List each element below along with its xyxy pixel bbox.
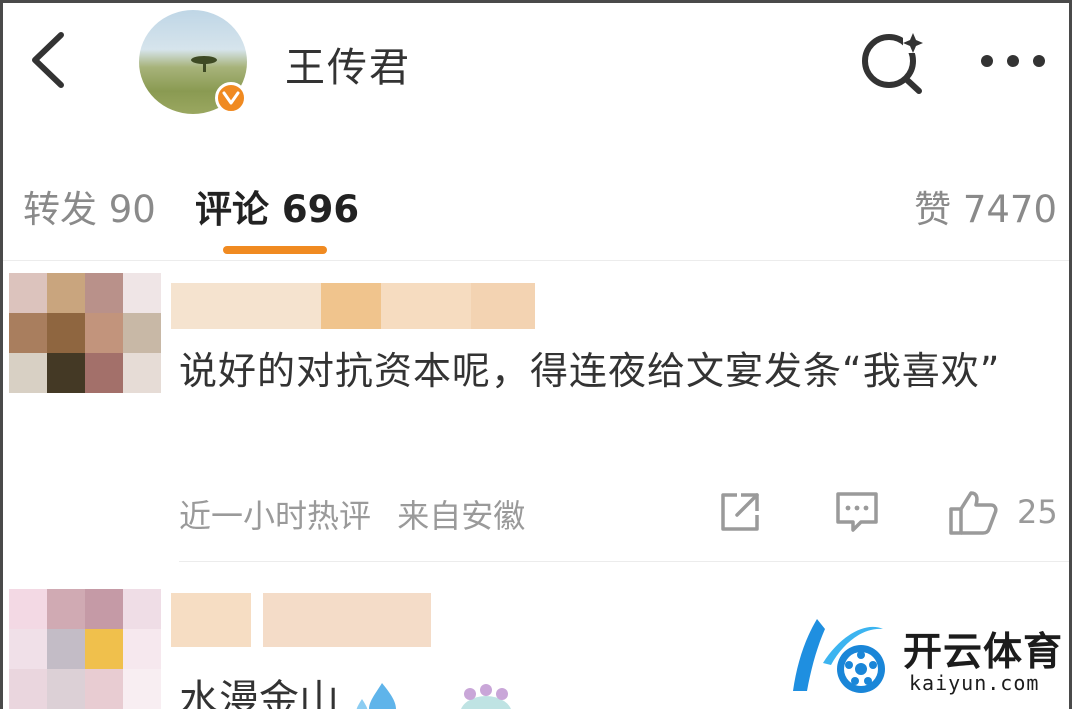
search-button[interactable] bbox=[859, 29, 929, 95]
back-button[interactable] bbox=[25, 29, 75, 91]
water-drops-emoji-icon bbox=[356, 683, 396, 709]
tab-comment[interactable]: 评论 696 bbox=[195, 179, 359, 233]
tab-repost[interactable]: 转发 90 bbox=[23, 179, 156, 233]
tab-like[interactable]: 赞 7470 bbox=[914, 179, 1057, 233]
top-bar: 王传君 bbox=[3, 3, 1069, 128]
tab-bar: 转发 90 评论 696 赞 7470 bbox=[3, 153, 1069, 263]
more-horizontal-icon bbox=[981, 55, 1045, 67]
page-title[interactable]: 王传君 bbox=[285, 35, 411, 93]
comment-time: 近一小时热评 bbox=[179, 497, 372, 535]
commenter-name-blurred[interactable] bbox=[171, 593, 431, 647]
comment-icon bbox=[836, 492, 878, 532]
commenter-avatar-blurred[interactable] bbox=[9, 273, 161, 393]
active-tab-indicator bbox=[223, 246, 327, 254]
comment-text: 水漫金山 bbox=[179, 667, 516, 709]
avatar[interactable] bbox=[139, 10, 251, 116]
watermark-logo: 开云体育 kaiyun.com bbox=[787, 607, 1069, 707]
emoji-sticker-icon bbox=[461, 684, 512, 709]
comment-meta: 近一小时热评 来自安徽 bbox=[179, 491, 525, 537]
more-button[interactable] bbox=[975, 41, 1051, 81]
comment-text: 说好的对抗资本呢，得连夜给文宴发条“我喜欢” bbox=[179, 349, 1001, 393]
watermark-url: kaiyun.com bbox=[909, 671, 1040, 695]
like-count: 25 bbox=[1017, 493, 1058, 531]
share-button[interactable] bbox=[717, 489, 763, 539]
verified-badge-icon bbox=[215, 82, 247, 114]
search-sparkle-icon bbox=[862, 33, 923, 94]
commenter-avatar-blurred[interactable] bbox=[9, 589, 161, 709]
post-comments-screen: 王传君 转发 90 评论 696 赞 7470 说好的对抗资本呢，得连夜给文宴发… bbox=[0, 0, 1072, 709]
divider bbox=[3, 260, 1069, 261]
watermark-brand: 开云体育 bbox=[903, 630, 1064, 675]
reply-button[interactable] bbox=[833, 489, 881, 539]
thumbs-up-icon bbox=[949, 491, 998, 535]
comment-location: 来自安徽 bbox=[397, 497, 526, 535]
divider bbox=[179, 561, 1069, 562]
like-button[interactable] bbox=[947, 489, 1001, 541]
kaiyun-logo-icon bbox=[793, 619, 885, 693]
commenter-name-blurred[interactable] bbox=[171, 283, 535, 329]
chevron-left-icon bbox=[32, 32, 64, 88]
share-icon bbox=[721, 493, 759, 531]
